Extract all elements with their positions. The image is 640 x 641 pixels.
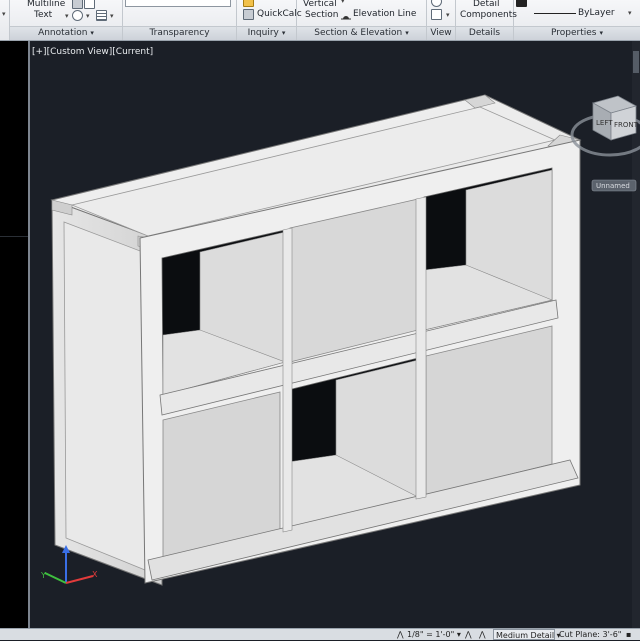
annotation-scale-label: 1/8" = 1'-0" (407, 630, 455, 639)
cut-plane-label: Cut Plane: 3'-6" (559, 630, 622, 639)
shelf-model[interactable]: Y X LEFT FRONT Unnamed (0, 0, 640, 639)
divider-2 (415, 196, 427, 500)
annotation-scale-icon[interactable]: ⋀ (395, 629, 404, 640)
status-tray-icon[interactable]: ▪ (624, 629, 640, 640)
status-bar: ⋀ 1/8" = 1'-0" ▾ ⋀ ⋀ Medium Detail ▾ Cut… (0, 628, 640, 640)
left-side-inset (63, 221, 151, 573)
ucs-name-label: Unnamed (596, 182, 630, 190)
detail-level-dropdown[interactable]: Medium Detail ▾ (493, 629, 561, 640)
annotation-visibility-icon[interactable]: ⋀ (463, 629, 475, 640)
chevron-down-icon: ▾ (456, 630, 461, 639)
viewcube-front-face[interactable]: FRONT (614, 121, 639, 129)
svg-text:Y: Y (40, 571, 46, 580)
viewcube[interactable]: LEFT FRONT (570, 95, 640, 157)
auto-scale-icon[interactable]: ⋀ (477, 629, 491, 640)
ucs-dropdown[interactable]: Unnamed (591, 179, 637, 192)
divider-1 (282, 227, 293, 533)
cut-plane-status[interactable]: Cut Plane: 3'-6" (557, 629, 623, 640)
viewcube-left-face[interactable]: LEFT (596, 119, 613, 127)
annotation-scale-dropdown[interactable]: 1/8" = 1'-0" ▾ (405, 629, 461, 640)
svg-text:X: X (92, 570, 98, 579)
